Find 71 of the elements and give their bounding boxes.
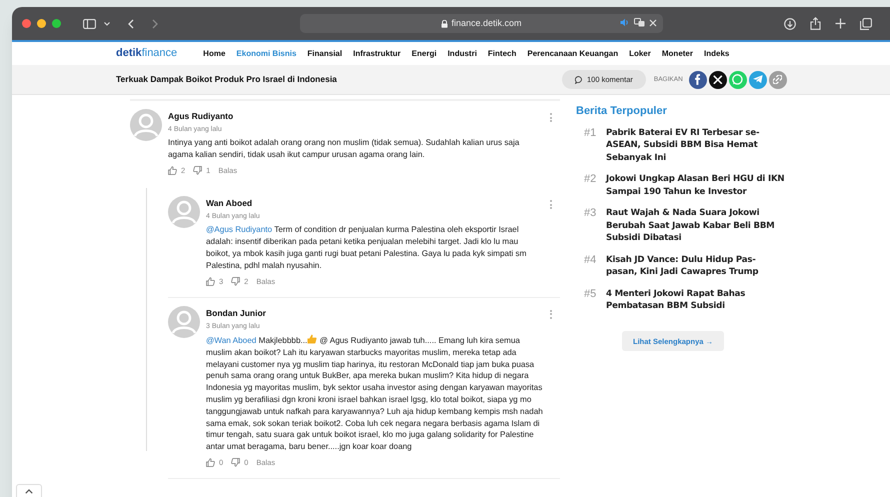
- comment-author[interactable]: Wan Aboed: [206, 197, 544, 210]
- avatar-icon: [168, 306, 200, 338]
- nav-link[interactable]: Perencanaan Keuangan: [527, 48, 618, 60]
- nav-link[interactable]: Energi: [412, 48, 437, 60]
- x-logo-share-button[interactable]: [708, 70, 727, 88]
- thumbs-up-icon[interactable]: [206, 276, 215, 286]
- chevron-down-icon[interactable]: [104, 22, 110, 26]
- link-icon: [773, 75, 782, 84]
- nav-link[interactable]: Ekonomi Bisnis: [236, 48, 296, 60]
- nav-link[interactable]: Finansial: [307, 48, 342, 60]
- thumbs-down-icon[interactable]: [231, 458, 240, 468]
- rank-number: #3: [584, 207, 598, 221]
- facebook-share-button[interactable]: [688, 70, 707, 88]
- mention-link[interactable]: @Agus Rudiyanto: [206, 225, 272, 234]
- scroll-up-button[interactable]: [16, 484, 42, 497]
- nav-link[interactable]: Loker: [629, 48, 651, 60]
- news-link[interactable]: Pabrik Baterai EV RI Terbesar se-ASEAN, Subsidi BBM Bisa Hemat Sebanyak Ini: [606, 126, 786, 164]
- nav-link[interactable]: Infrastruktur: [353, 48, 401, 60]
- comment-author[interactable]: Bondan Junior: [206, 306, 544, 320]
- article-title: Terkuak Dampak Boikot Produk Pro Israel di Indonesia: [116, 73, 338, 86]
- nav-link[interactable]: Moneter: [662, 48, 693, 60]
- share-icon[interactable]: [810, 17, 821, 30]
- nav-link[interactable]: Fintech: [488, 48, 516, 60]
- rank-number: #1: [584, 126, 598, 140]
- thumbs-down-icon[interactable]: [193, 166, 202, 175]
- chevron-up-icon: [25, 488, 33, 494]
- minimize-window-button[interactable]: [37, 19, 46, 28]
- address-bar[interactable]: finance.detik.com: [300, 14, 663, 33]
- comment-text: Intinya yang anti boikot adalah orang orang non muslim (tidak semua). Sudahlah kalian urus saja agama kalian sendiri, tidak usah ikut campur urusan agama orang lain.: [168, 137, 520, 161]
- rank-number: #2: [584, 173, 598, 187]
- thumbs-down-icon[interactable]: [231, 276, 240, 286]
- paper-plane-share-button[interactable]: [748, 70, 767, 88]
- thumbs-up-emoji-icon: [307, 334, 318, 344]
- close-icon[interactable]: [649, 18, 657, 26]
- x-logo-icon: [712, 74, 723, 84]
- download-icon[interactable]: [784, 18, 796, 30]
- nav-link[interactable]: Industri: [448, 48, 477, 60]
- news-link[interactable]: 4 Menteri Jokowi Rapat Bahas Pembatasan BBM Subsidi: [606, 288, 786, 312]
- avatar-icon: [168, 196, 200, 228]
- nav-link[interactable]: Home: [203, 48, 226, 60]
- avatar-icon: [130, 109, 162, 141]
- section-title: Berita Terpopuler: [576, 104, 668, 119]
- speech-bubble-icon: [575, 76, 583, 84]
- site-logo[interactable]: detikfinance: [116, 45, 178, 62]
- news-link[interactable]: Kisah JD Vance: Dulu Hidup Pas-pasan, Kini Jadi Cawapres Trump: [606, 254, 786, 278]
- paper-plane-icon: [752, 75, 763, 84]
- whatsapp-icon: [732, 74, 744, 85]
- comment-author[interactable]: Agus Rudiyanto: [168, 110, 544, 123]
- speaker-icon[interactable]: [620, 18, 630, 27]
- comment-text: @Agus Rudiyanto Term of condition dr penjualan kurma Palestina oleh eksportir Israel adalah: insentif diberikan pada petani ketika penjualan melebihi target. Jadi klo lu mau boikot, ya mbok kasih juga ganti rugi buat petani Palestina. Gaya lu pada kyk simpati sm Palestina, pdhl malah nyusahin.: [206, 224, 528, 272]
- news-link[interactable]: Jokowi Ungkap Alasan Beri HGU di IKN Sampai 190 Tahun ke Investor: [606, 173, 786, 198]
- close-window-button[interactable]: [22, 19, 31, 28]
- link-share-button[interactable]: [768, 70, 787, 88]
- lock-icon: [441, 20, 448, 28]
- tabs-overview-icon[interactable]: [860, 18, 872, 30]
- new-tab-icon[interactable]: [835, 18, 846, 29]
- back-icon[interactable]: [128, 18, 134, 28]
- mention-link[interactable]: @Wan Aboed: [206, 336, 256, 346]
- url-text: finance.detik.com: [451, 16, 522, 30]
- comment-text: @Wan Aboed Makjlebbbb... @ Agus Rudiyanto jawab tuh..... Emang luh kira semua muslim akan boikot? Lah itu karyawan starbucks mayoritas muslim, mereka tetap ada melayani customer nya yg muslim tiap harinya, itu restoran McDonald tiap jam buka puasa penuh sama orang orang untuk BukBer, apa mereka bukan muslim? Kita hidup di negara Indonesia yg mayoritas muslim, byk sektor usaha investor asing dengan karyawan mayoritas muslim yg berafiliasi dgn kroni kroni israel bahkan israel lgsg, klo total boikot, siapa yg mo tanggungjawab untuk nafkah para karyawannya? Luh aja hidup kembang kempis msh nadah sama emak, sok sokan teriak boikot2. Coba luh cek negara negara berbasis agama Islam di timur tengah, satu suara gak untuk boikot israel, klo mo juga galang solidarity for Palestine antar umat beragama, baru bener.....jgn koar koar doang: [206, 334, 544, 453]
- thumbs-up-icon[interactable]: [206, 458, 215, 468]
- rank-number: #5: [584, 288, 598, 302]
- facebook-icon: [695, 74, 700, 85]
- sidebar-icon[interactable]: [83, 18, 96, 28]
- translate-icon[interactable]: [634, 18, 645, 27]
- nav-link[interactable]: Indeks: [704, 48, 730, 60]
- rank-number: #4: [584, 254, 598, 268]
- maximize-window-button[interactable]: [52, 19, 61, 28]
- news-link[interactable]: Raut Wajah & Nada Suara Jokowi Berubah Saat Jawab Kabar Beli BBM Subsidi Dibatasi: [606, 207, 786, 244]
- thumbs-up-icon[interactable]: [168, 166, 177, 175]
- forward-icon[interactable]: [152, 18, 158, 28]
